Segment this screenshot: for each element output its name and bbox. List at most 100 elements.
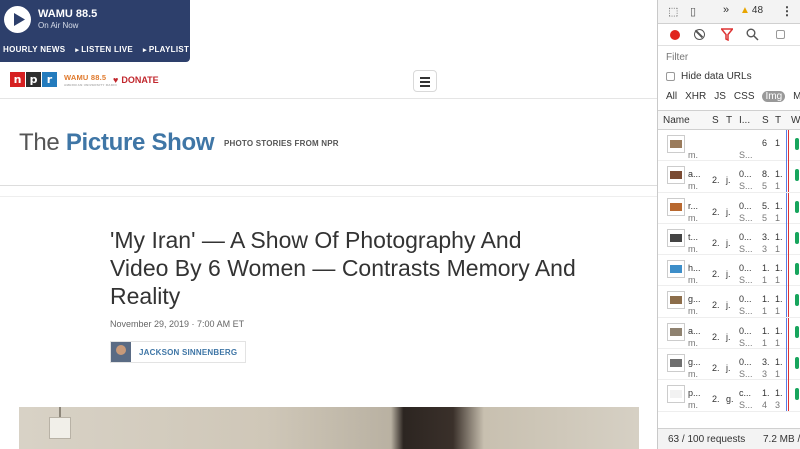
waterfall-dom-line (786, 130, 787, 161)
image-thumbnail-icon (667, 197, 685, 216)
warning-icon: ▲ (740, 5, 750, 16)
preserve-log-checkbox[interactable] (776, 30, 785, 39)
cell-time: 1. (775, 169, 783, 180)
request-row[interactable]: p... m. 2. g. c... S... 1. 4 1. 3 (658, 380, 800, 412)
member-station-logo[interactable]: WAMU 88.5 AMERICAN UNIVERSITY RADIO (64, 73, 117, 87)
waterfall-load-line (788, 192, 789, 224)
cell-name: r... (688, 200, 699, 211)
more-options-icon[interactable]: ⋮ (781, 4, 793, 18)
thumbnail-preview (670, 202, 682, 211)
type-filter-css[interactable]: CSS (734, 91, 755, 102)
play-arrow-icon: ▸ (143, 47, 147, 54)
image-thumbnail-icon (667, 228, 685, 247)
request-row[interactable]: h... m. 2. j. 0... S... 1. 1 1. 1 (658, 255, 800, 287)
thumbnail-preview (670, 233, 682, 242)
radio-player: WAMU 88.5 On Air Now HOURLY NEWS ▸ LISTEN… (0, 0, 190, 62)
hide-data-urls-checkbox[interactable] (666, 72, 675, 81)
npr-logo[interactable]: n p r (10, 72, 58, 87)
cell-name: h... (688, 263, 701, 274)
menu-button[interactable] (413, 70, 437, 92)
cell-size: 1. (762, 325, 770, 336)
column-size[interactable]: S (762, 115, 769, 126)
play-arrow-icon: ▸ (75, 47, 80, 54)
inspect-icon[interactable]: ⬚ (668, 5, 678, 18)
cell-time2: 3 (775, 400, 781, 411)
waterfall-bar (795, 388, 799, 401)
image-thumbnail-icon (667, 385, 685, 404)
column-name[interactable]: Name (663, 115, 690, 126)
waterfall-dom-line (786, 380, 787, 412)
waterfall-load-line (788, 255, 789, 287)
search-icon[interactable] (746, 28, 759, 41)
clear-icon[interactable] (694, 29, 705, 40)
cell-name: p... (688, 388, 701, 399)
waterfall-dom-line (786, 349, 787, 381)
request-row[interactable]: g... m. 2. j. 0... S... 1. 1 1. 1 (658, 286, 800, 318)
type-filter-media[interactable]: M (793, 91, 800, 102)
cell-name2: m. (688, 181, 698, 192)
filter-icon[interactable] (721, 28, 733, 41)
cell-init2: S... (739, 181, 753, 192)
column-time[interactable]: T (775, 115, 781, 126)
type-filter-img[interactable]: Img (762, 91, 786, 102)
cell-time: 1. (775, 357, 783, 368)
listen-live-label: LISTEN LIVE (81, 45, 133, 54)
cell-time2: 1 (775, 275, 781, 286)
cell-size: 1. (762, 388, 770, 399)
cell-size2: 4 (762, 400, 768, 411)
section-title[interactable]: The Picture Show (19, 129, 215, 157)
request-row[interactable]: a... m. 2. j. 0... S... 1. 1 1. 1 (658, 317, 800, 350)
request-row[interactable]: r... m. 2. j. 0... S... 5. 5 1. 1 (658, 192, 800, 224)
column-status[interactable]: S (712, 115, 719, 126)
column-waterfall[interactable]: W (791, 115, 800, 126)
cell-type: j. (726, 237, 731, 248)
cell-name: a... (688, 169, 701, 180)
play-button[interactable] (4, 6, 31, 33)
more-tabs-icon[interactable]: » (723, 4, 729, 16)
request-row[interactable]: m. S... 6 1 (658, 130, 800, 162)
request-row[interactable]: a... m. 2. j. 0... S... 8. 5 1. 1 (658, 161, 800, 193)
filter-input[interactable]: Filter (666, 52, 688, 63)
type-filter-js[interactable]: JS (714, 91, 726, 102)
request-row[interactable]: t... m. 2. j. 0... S... 3. 3 1. 1 (658, 223, 800, 256)
cell-init2: S... (739, 150, 753, 160)
thumbnail-preview (670, 296, 682, 305)
cell-init2: S... (739, 337, 753, 348)
playlist-link[interactable]: ▸ PLAYLIST (143, 45, 189, 54)
hide-data-urls-option[interactable]: Hide data URLs (666, 71, 752, 82)
section-title-main: Picture Show (65, 129, 215, 156)
author-avatar (111, 342, 131, 362)
column-initiator[interactable]: I... (739, 115, 750, 126)
cell-name: t... (688, 231, 699, 242)
hamburger-line (420, 81, 430, 83)
request-row[interactable]: g... m. 2. j. 0... S... 3. 3 1. 1 (658, 349, 800, 381)
article-dateline: November 29, 2019 · 7:00 AM ET (110, 319, 245, 329)
waterfall-bar (795, 200, 799, 213)
cell-init: 0... (739, 294, 752, 305)
transfer-size: 7.2 MB / (763, 434, 800, 445)
device-toolbar-icon[interactable]: ▯ (690, 5, 696, 18)
cell-init: c... (739, 388, 752, 399)
donate-label: DONATE (121, 75, 159, 85)
cell-init2: S... (739, 243, 753, 254)
cell-name2: m. (688, 306, 698, 317)
waterfall-bar (795, 325, 799, 338)
column-type[interactable]: T (726, 115, 732, 126)
type-filter-all[interactable]: All (666, 91, 677, 102)
waterfall-dom-line (786, 317, 787, 349)
waterfall-load-line (788, 130, 789, 161)
cell-init2: S... (739, 306, 753, 317)
cell-name2: m. (688, 369, 698, 380)
listen-live-link[interactable]: ▸ LISTEN LIVE (75, 45, 133, 54)
waterfall-dom-line (786, 286, 787, 318)
type-filter-xhr[interactable]: XHR (685, 91, 706, 102)
waterfall-bar (795, 357, 799, 370)
cell-name2: m. (688, 243, 698, 254)
author-byline[interactable]: JACKSON SINNENBERG (110, 341, 247, 363)
donate-link[interactable]: ♥ DONATE (113, 75, 159, 85)
hourly-news-link[interactable]: HOURLY NEWS (3, 45, 65, 54)
waterfall-bar (795, 263, 799, 276)
devtools-panel: ⬚ ▯ » ▲ 48 ⋮ Filter Hide data URLs All XH… (657, 0, 800, 449)
record-icon[interactable] (670, 30, 680, 40)
warnings-badge[interactable]: ▲ 48 (740, 5, 763, 16)
